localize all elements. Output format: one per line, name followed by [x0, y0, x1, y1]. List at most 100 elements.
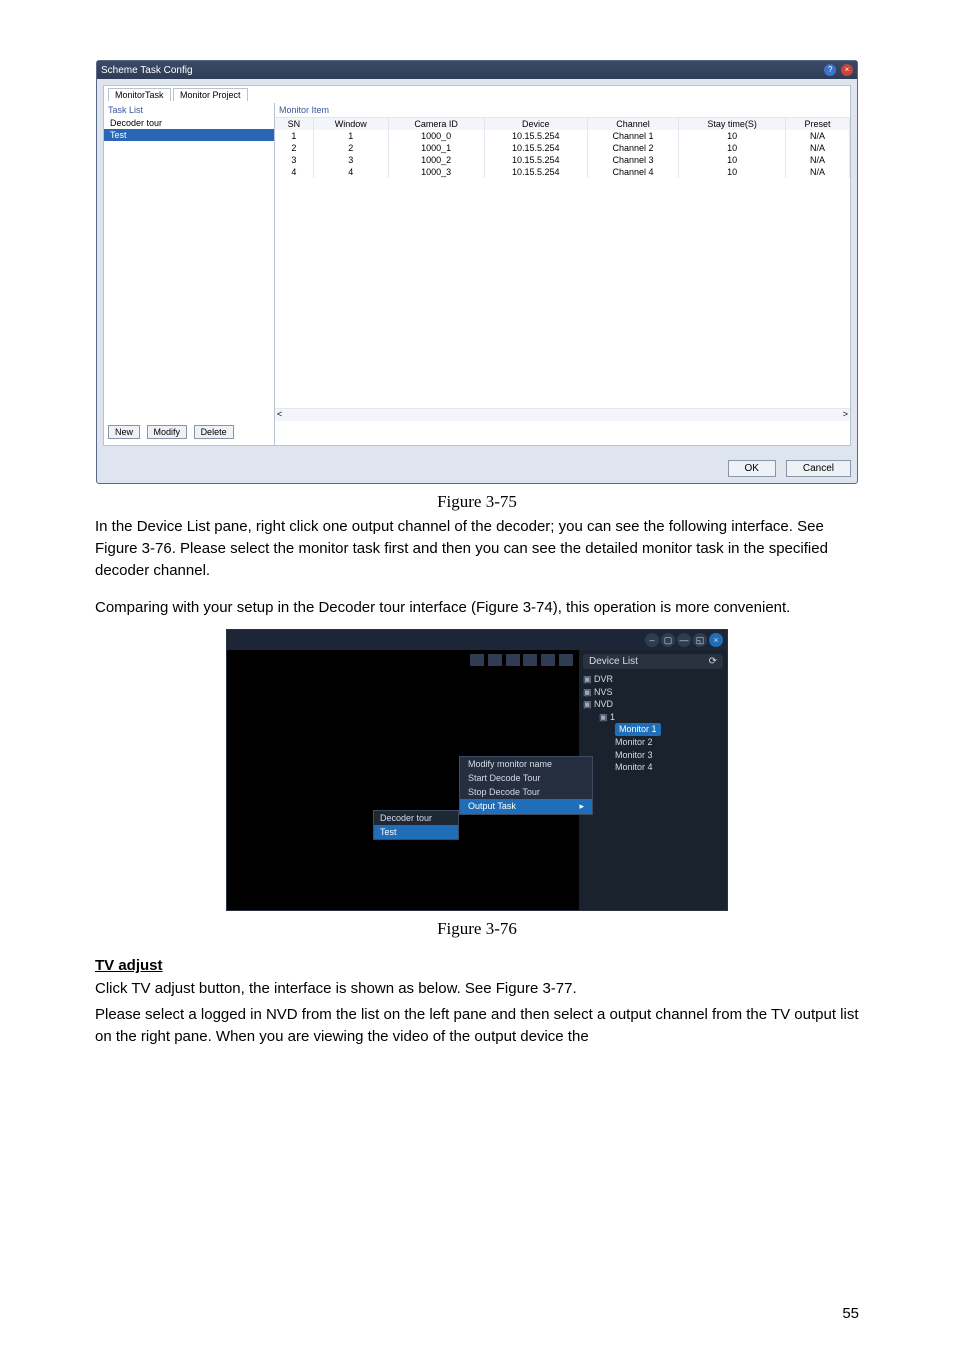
table-row[interactable]: 441000_310.15.5.254Channel 410N/A	[275, 166, 850, 178]
col-device[interactable]: Device	[484, 118, 587, 130]
body-text: In the Device List pane, right click one…	[95, 516, 859, 581]
layout-icon[interactable]	[559, 654, 573, 666]
table-cell: N/A	[786, 166, 850, 178]
help-icon[interactable]: ?	[824, 64, 836, 76]
table-cell: N/A	[786, 142, 850, 154]
table-cell: 1000_2	[388, 154, 484, 166]
monitor-node[interactable]: Monitor 4	[615, 761, 723, 774]
chevron-right-icon[interactable]: >	[843, 409, 848, 421]
table-cell: Channel 1	[587, 130, 678, 142]
tab-monitor-project[interactable]: Monitor Project	[173, 88, 248, 101]
figure-caption-1: Figure 3-75	[95, 492, 859, 512]
round-icon[interactable]: –	[645, 633, 659, 647]
col-window[interactable]: Window	[313, 118, 388, 130]
ctx-output-task[interactable]: Output Task ▸	[460, 799, 592, 814]
tree-node-nvd-1[interactable]: 1	[599, 711, 723, 724]
restore-icon[interactable]: ◱	[693, 633, 707, 647]
cancel-button[interactable]: Cancel	[786, 460, 851, 477]
table-cell: N/A	[786, 130, 850, 142]
task-list-item[interactable]: Decoder tour	[104, 117, 274, 129]
table-cell: 4	[313, 166, 388, 178]
table-cell: 4	[275, 166, 313, 178]
table-row[interactable]: 111000_010.15.5.254Channel 110N/A	[275, 130, 850, 142]
refresh-icon[interactable]: ⟳	[709, 656, 717, 667]
minimize-icon[interactable]: —	[677, 633, 691, 647]
delete-button[interactable]: Delete	[194, 425, 234, 439]
table-cell: 3	[275, 154, 313, 166]
table-cell: 2	[313, 142, 388, 154]
table-cell: 3	[313, 154, 388, 166]
screenshot-device-list-context: – ▢ — ◱ × Device List ⟳	[226, 629, 728, 911]
layout-icon[interactable]	[470, 654, 484, 666]
task-list-header: Task List	[104, 103, 274, 117]
table-cell: 10.15.5.254	[484, 130, 587, 142]
task-list-panel: Task List Decoder tour Test New Modify D…	[104, 103, 275, 445]
close-icon[interactable]: ×	[841, 64, 853, 76]
table-cell: N/A	[786, 154, 850, 166]
body-text: Click TV adjust button, the interface is…	[95, 978, 859, 1000]
table-cell: 1	[313, 130, 388, 142]
new-button[interactable]: New	[108, 425, 140, 439]
table-cell: 10	[679, 166, 786, 178]
table-cell: Channel 4	[587, 166, 678, 178]
table-row[interactable]: 221000_110.15.5.254Channel 210N/A	[275, 142, 850, 154]
round-icon[interactable]: ▢	[661, 633, 675, 647]
ctx-start-decode-tour[interactable]: Start Decode Tour	[460, 771, 592, 785]
tree-node-nvs[interactable]: NVS	[583, 686, 723, 699]
body-text: Comparing with your setup in the Decoder…	[95, 597, 859, 619]
submenu-item-test[interactable]: Test	[374, 825, 458, 839]
chevron-left-icon[interactable]: <	[277, 409, 282, 421]
task-list-item-selected[interactable]: Test	[104, 129, 274, 141]
layout-icon[interactable]	[506, 654, 520, 666]
table-cell: 10	[679, 142, 786, 154]
table-row[interactable]: 331000_210.15.5.254Channel 310N/A	[275, 154, 850, 166]
col-stay-time[interactable]: Stay time(S)	[679, 118, 786, 130]
window-controls: ? ×	[822, 64, 853, 76]
horizontal-scrollbar[interactable]: < >	[275, 408, 850, 421]
modify-button[interactable]: Modify	[147, 425, 188, 439]
col-camera-id[interactable]: Camera ID	[388, 118, 484, 130]
screenshot-scheme-task-config: Scheme Task Config ? × MonitorTask Monit…	[96, 60, 858, 484]
table-cell: 10.15.5.254	[484, 166, 587, 178]
table-cell: Channel 2	[587, 142, 678, 154]
table-cell: 1	[275, 130, 313, 142]
body-text: Please select a logged in NVD from the l…	[95, 1004, 859, 1048]
view-icons	[469, 654, 573, 669]
layout-icon[interactable]	[488, 654, 502, 666]
tree-node-nvd[interactable]: NVD	[583, 698, 723, 711]
window-titlebar: Scheme Task Config ? ×	[97, 61, 857, 79]
col-preset[interactable]: Preset	[786, 118, 850, 130]
device-list-title: Device List	[589, 656, 638, 667]
tree-node-dvr[interactable]: DVR	[583, 673, 723, 686]
table-cell: 1000_3	[388, 166, 484, 178]
close-icon[interactable]: ×	[709, 633, 723, 647]
tab-monitor-task[interactable]: MonitorTask	[108, 88, 171, 101]
monitor-node[interactable]: Monitor 3	[615, 749, 723, 762]
monitor-node[interactable]: Monitor 2	[615, 736, 723, 749]
device-tree: DVR NVS NVD 1 Monitor 1 Monitor 2 Monito…	[583, 673, 723, 774]
layout-icon[interactable]	[541, 654, 555, 666]
monitor-item-table: SN Window Camera ID Device Channel Stay …	[275, 118, 850, 178]
monitor-item-header: Monitor Item	[275, 103, 850, 117]
tab-strip: MonitorTask Monitor Project	[104, 86, 850, 103]
device-list-panel: Device List ⟳ DVR NVS NVD 1 Monitor 1 Mo…	[579, 650, 727, 910]
table-cell: 2	[275, 142, 313, 154]
figure-caption-2: Figure 3-76	[95, 919, 859, 939]
monitor-item-panel: Monitor Item SN Window Camera ID Device …	[275, 103, 850, 445]
window-title: Scheme Task Config	[101, 65, 193, 76]
table-cell: 1000_0	[388, 130, 484, 142]
table-cell: Channel 3	[587, 154, 678, 166]
ctx-modify-monitor-name[interactable]: Modify monitor name	[460, 757, 592, 771]
submenu-header: Decoder tour	[374, 811, 458, 825]
col-channel[interactable]: Channel	[587, 118, 678, 130]
chevron-right-icon: ▸	[579, 801, 584, 812]
monitor-node-selected[interactable]: Monitor 1	[615, 723, 661, 736]
output-task-submenu: Decoder tour Test	[373, 810, 459, 840]
ok-button[interactable]: OK	[728, 460, 776, 477]
window-controls-dark: – ▢ — ◱ ×	[227, 630, 727, 650]
col-sn[interactable]: SN	[275, 118, 313, 130]
ctx-stop-decode-tour[interactable]: Stop Decode Tour	[460, 785, 592, 799]
table-cell: 1000_1	[388, 142, 484, 154]
layout-icon[interactable]	[523, 654, 537, 666]
table-cell: 10	[679, 154, 786, 166]
